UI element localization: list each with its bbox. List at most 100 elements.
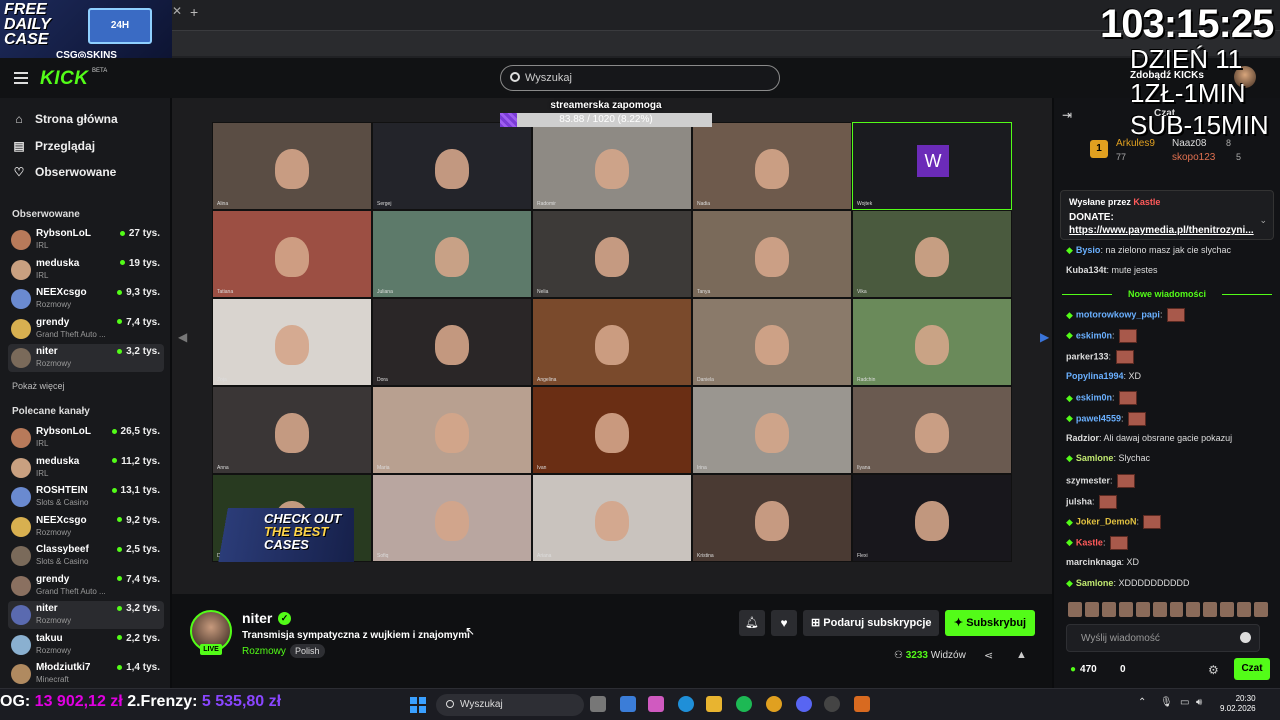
show-more-link[interactable]: Pokaż więcej xyxy=(12,381,65,391)
discord-icon[interactable] xyxy=(796,696,812,712)
chat-username[interactable]: motorowkowy_papi xyxy=(1076,310,1160,320)
participant-name: Kristina xyxy=(697,553,714,559)
chat-message[interactable]: ◆ Bysio: na zielono masz jak cie slychac xyxy=(1066,245,1231,256)
emote-icon xyxy=(1115,349,1134,364)
chat-username[interactable]: Popylina1994 xyxy=(1066,371,1124,381)
chat-username[interactable]: Joker_DemoN xyxy=(1076,517,1137,527)
menu-icon[interactable] xyxy=(14,72,28,84)
channel-item[interactable]: meduska IRL 11,2 tys. xyxy=(8,454,164,482)
chat-message[interactable]: Radzior: Ali dawaj obsrane gacie pokazuj xyxy=(1066,433,1232,443)
viewer-label: Widzów xyxy=(930,650,966,661)
chat-message[interactable]: ◆ pawel4559: xyxy=(1066,411,1146,426)
channel-item[interactable]: NEEXcsgo Rozmowy 9,2 tys. xyxy=(8,513,164,541)
channel-item[interactable]: niter Rozmowy 3,2 tys. xyxy=(8,344,164,372)
mic-icon[interactable]: 🎙︎ xyxy=(1160,697,1173,708)
gear-icon[interactable]: ⚙ xyxy=(1208,663,1219,677)
tab-close-icon[interactable]: ✕ xyxy=(172,4,184,24)
edge-icon[interactable] xyxy=(678,696,694,712)
channel-item[interactable]: RybsonLoL IRL 27 tys. xyxy=(8,226,164,254)
chat-username[interactable]: parker133 xyxy=(1066,351,1109,361)
chat-username[interactable]: Radzior xyxy=(1066,433,1099,443)
stream-category-link[interactable]: Rozmowy xyxy=(242,646,286,657)
subscribe-button[interactable]: ✦ Subskrybuj xyxy=(945,610,1035,636)
share-icon[interactable]: ⋖ xyxy=(984,649,993,662)
live-badge: LIVE xyxy=(200,644,222,655)
language-tag[interactable]: Polish xyxy=(290,644,325,658)
kick-logo[interactable]: KICK xyxy=(40,68,88,90)
chat-username[interactable]: pawel4559 xyxy=(1076,413,1121,423)
chat-message[interactable]: Kuba134t: mute jestes xyxy=(1066,265,1158,275)
follow-button[interactable]: ♥ xyxy=(771,610,797,636)
chat-message[interactable]: ◆ Samlone: Slychac xyxy=(1066,453,1150,464)
chat-message[interactable]: marcinknaga: XD xyxy=(1066,557,1139,567)
chevron-left-icon[interactable]: ◀ xyxy=(178,330,187,344)
gift-count[interactable]: 0 xyxy=(1120,664,1126,675)
chat-message[interactable]: ◆ Kastle: xyxy=(1066,536,1128,551)
search-input[interactable]: Wyszukaj xyxy=(500,65,780,91)
taskbar-search[interactable]: Wyszukaj xyxy=(436,694,584,716)
channel-item[interactable]: takuu Rozmowy 2,2 tys. xyxy=(8,631,164,659)
chat-username[interactable]: eskim0n xyxy=(1076,330,1112,340)
volume-icon[interactable]: 🔊︎ xyxy=(1196,697,1202,708)
chevron-down-icon[interactable]: ⌄ xyxy=(1259,215,1267,226)
copilot-icon[interactable] xyxy=(648,696,664,712)
windows-start-icon[interactable] xyxy=(410,697,426,713)
chat-message[interactable]: Popylina1994: XD xyxy=(1066,371,1141,381)
nav-home[interactable]: ⌂ Strona główna xyxy=(12,109,117,129)
obs-icon[interactable] xyxy=(824,696,840,712)
channel-item[interactable]: niter Rozmowy 3,2 tys. xyxy=(8,601,164,629)
chat-message[interactable]: szymester: xyxy=(1066,474,1136,488)
spotify-icon[interactable] xyxy=(736,696,752,712)
app-icon[interactable] xyxy=(854,696,870,712)
chat-username[interactable]: marcinknaga xyxy=(1066,557,1122,567)
channel-points[interactable]: 470 xyxy=(1070,664,1097,675)
chat-username[interactable]: eskim0n xyxy=(1076,393,1112,403)
emoji-icon[interactable] xyxy=(1240,632,1251,643)
chat-username[interactable]: szymester xyxy=(1066,475,1110,485)
network-icon[interactable]: ▭ xyxy=(1180,697,1189,708)
channel-item[interactable]: ROSHTEIN Slots & Casino 13,1 tys. xyxy=(8,483,164,511)
chat-username[interactable]: Kastle xyxy=(1076,537,1103,547)
nav-following[interactable]: ♡ Obserwowane xyxy=(12,162,117,182)
gift-subscription-button[interactable]: ⊞ Podaruj subskrypcje xyxy=(803,610,939,636)
pinned-message[interactable]: Wysłane przez Kastle DONATE: https://www… xyxy=(1060,190,1274,240)
new-tab-button[interactable]: + xyxy=(190,4,198,20)
clock[interactable]: 20:30 9.02.2026 xyxy=(1220,694,1256,714)
pinned-link[interactable]: https://www.paymedia.pl/thenitrozyni... xyxy=(1069,225,1259,236)
channel-item[interactable]: meduska IRL 19 tys. xyxy=(8,256,164,284)
chat-message[interactable]: julsha: xyxy=(1066,494,1118,509)
chat-message[interactable]: ◆ eskim0n: xyxy=(1066,391,1137,406)
folder-icon[interactable] xyxy=(706,696,722,712)
chat-username[interactable]: julsha xyxy=(1066,496,1092,506)
channel-name: RybsonLoL xyxy=(36,228,91,239)
leaderboard-name[interactable]: skopo123 xyxy=(1172,152,1215,163)
streamer-name[interactable]: niter xyxy=(242,610,272,626)
store-icon[interactable] xyxy=(620,696,636,712)
report-icon[interactable]: ▲ xyxy=(1016,649,1027,661)
chat-message[interactable]: ◆ motorowkowy_papi: xyxy=(1066,308,1185,323)
channel-item[interactable]: grendy Grand Theft Auto ... 7,4 tys. xyxy=(8,572,164,600)
task-view-icon[interactable] xyxy=(590,696,606,712)
channel-item[interactable]: Classybeef Slots & Casino 2,5 tys. xyxy=(8,542,164,570)
chevron-right-icon[interactable]: ▶ xyxy=(1040,330,1049,344)
video-player[interactable]: Alina Sergej Radomir Nadia W Wojtek Tatiana Jul… xyxy=(172,98,1052,594)
chevron-up-icon[interactable]: ⌃ xyxy=(1138,697,1146,708)
chat-message[interactable]: ◆ eskim0n: xyxy=(1066,329,1137,344)
chat-message[interactable]: parker133: xyxy=(1066,349,1134,364)
channel-item[interactable]: grendy Grand Theft Auto ... 7,4 tys. xyxy=(8,315,164,343)
channel-item[interactable]: RybsonLoL IRL 26,5 tys. xyxy=(8,424,164,452)
chat-input[interactable]: Wyślij wiadomość xyxy=(1066,624,1260,652)
chat-username[interactable]: Samlone xyxy=(1076,578,1114,588)
chat-username[interactable]: Samlone xyxy=(1076,453,1114,463)
nav-browse[interactable]: ▤ Przeglądaj xyxy=(12,136,95,156)
collapse-chat-icon[interactable]: ⇥ xyxy=(1062,108,1072,122)
chat-message[interactable]: ◆ Samlone: XDDDDDDDDDD xyxy=(1066,578,1189,589)
channel-item[interactable]: NEEXcsgo Rozmowy 9,3 tys. xyxy=(8,285,164,313)
chat-username[interactable]: Bysio xyxy=(1076,245,1101,255)
channel-item[interactable]: Młodziutki7 Minecraft 1,4 tys. xyxy=(8,660,164,688)
chat-username[interactable]: Kuba134t xyxy=(1066,265,1107,275)
send-chat-button[interactable]: Czat xyxy=(1234,658,1270,680)
chrome-icon[interactable] xyxy=(766,696,782,712)
notification-bell-button[interactable]: 🔔︎ xyxy=(739,610,765,636)
chat-message[interactable]: ◆ Joker_DemoN: xyxy=(1066,515,1162,530)
